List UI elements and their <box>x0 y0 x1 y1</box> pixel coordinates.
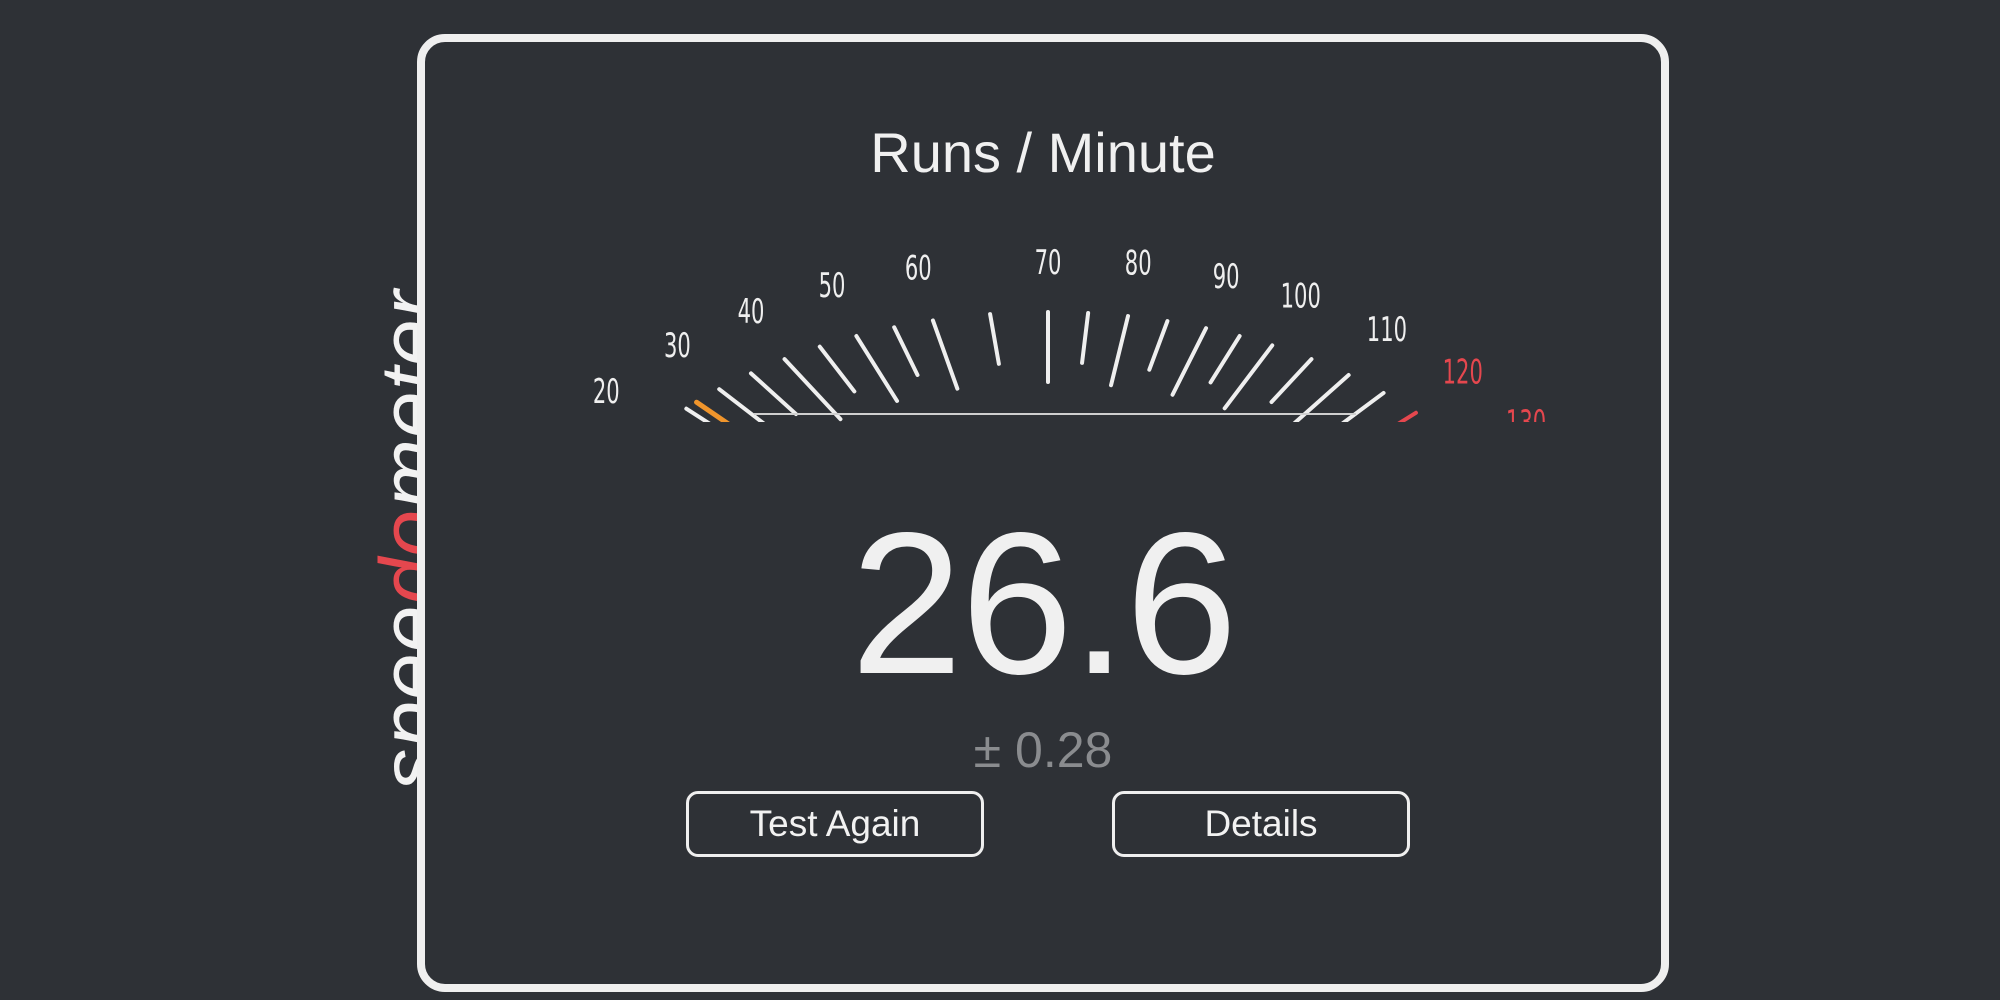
gauge-major-tick <box>1222 343 1275 411</box>
gauge-minor-tick <box>988 312 1001 366</box>
gauge-minor-tick <box>1080 311 1091 365</box>
gauge-tick-label: 70 <box>1035 243 1062 283</box>
gauge-minor-tick <box>1341 390 1386 422</box>
gauge-minor-tick <box>1147 319 1170 372</box>
score-value: 26.6 <box>850 490 1237 716</box>
gauge-tick-label: 110 <box>1367 310 1407 350</box>
details-button[interactable]: Details <box>1112 791 1410 857</box>
results-panel: Runs / Minute 01020304050607080901001101… <box>417 34 1669 992</box>
gauge-major-tick <box>1109 314 1131 388</box>
gauge-tick-label: 100 <box>1281 276 1321 316</box>
gauge-minor-tick <box>817 344 857 394</box>
page: speedometer Runs / Minute 01020304050607… <box>0 0 2000 1000</box>
gauge-major-tick <box>717 387 766 422</box>
speed-gauge: 0102030405060708090100110120130140 <box>593 243 1546 422</box>
gauge-major-tick <box>854 334 900 403</box>
gauge-tick-label: 120 <box>1443 352 1483 392</box>
gauge-minor-tick <box>892 325 920 377</box>
gauge-tick-label: 20 <box>593 372 620 412</box>
gauge-minor-tick <box>748 371 798 417</box>
gauge-tick-label: 60 <box>905 248 932 288</box>
gauge-minor-tick <box>1208 334 1242 385</box>
gauge-major-tick <box>1170 326 1209 397</box>
test-again-button[interactable]: Test Again <box>686 791 984 857</box>
gauge-tick-label: 90 <box>1213 257 1240 297</box>
divider <box>754 413 1356 415</box>
score-error-margin: ± 0.28 <box>973 722 1113 778</box>
gauge-tick-label: 40 <box>738 292 765 332</box>
gauge-tick-label: 30 <box>664 326 691 366</box>
gauge-tick-label: 130 <box>1506 403 1546 422</box>
gauge-major-tick <box>930 318 960 391</box>
gauge-tick-label: 50 <box>819 266 846 306</box>
gauge-tick-label: 80 <box>1125 243 1152 283</box>
gauge-minor-tick <box>1269 357 1314 404</box>
